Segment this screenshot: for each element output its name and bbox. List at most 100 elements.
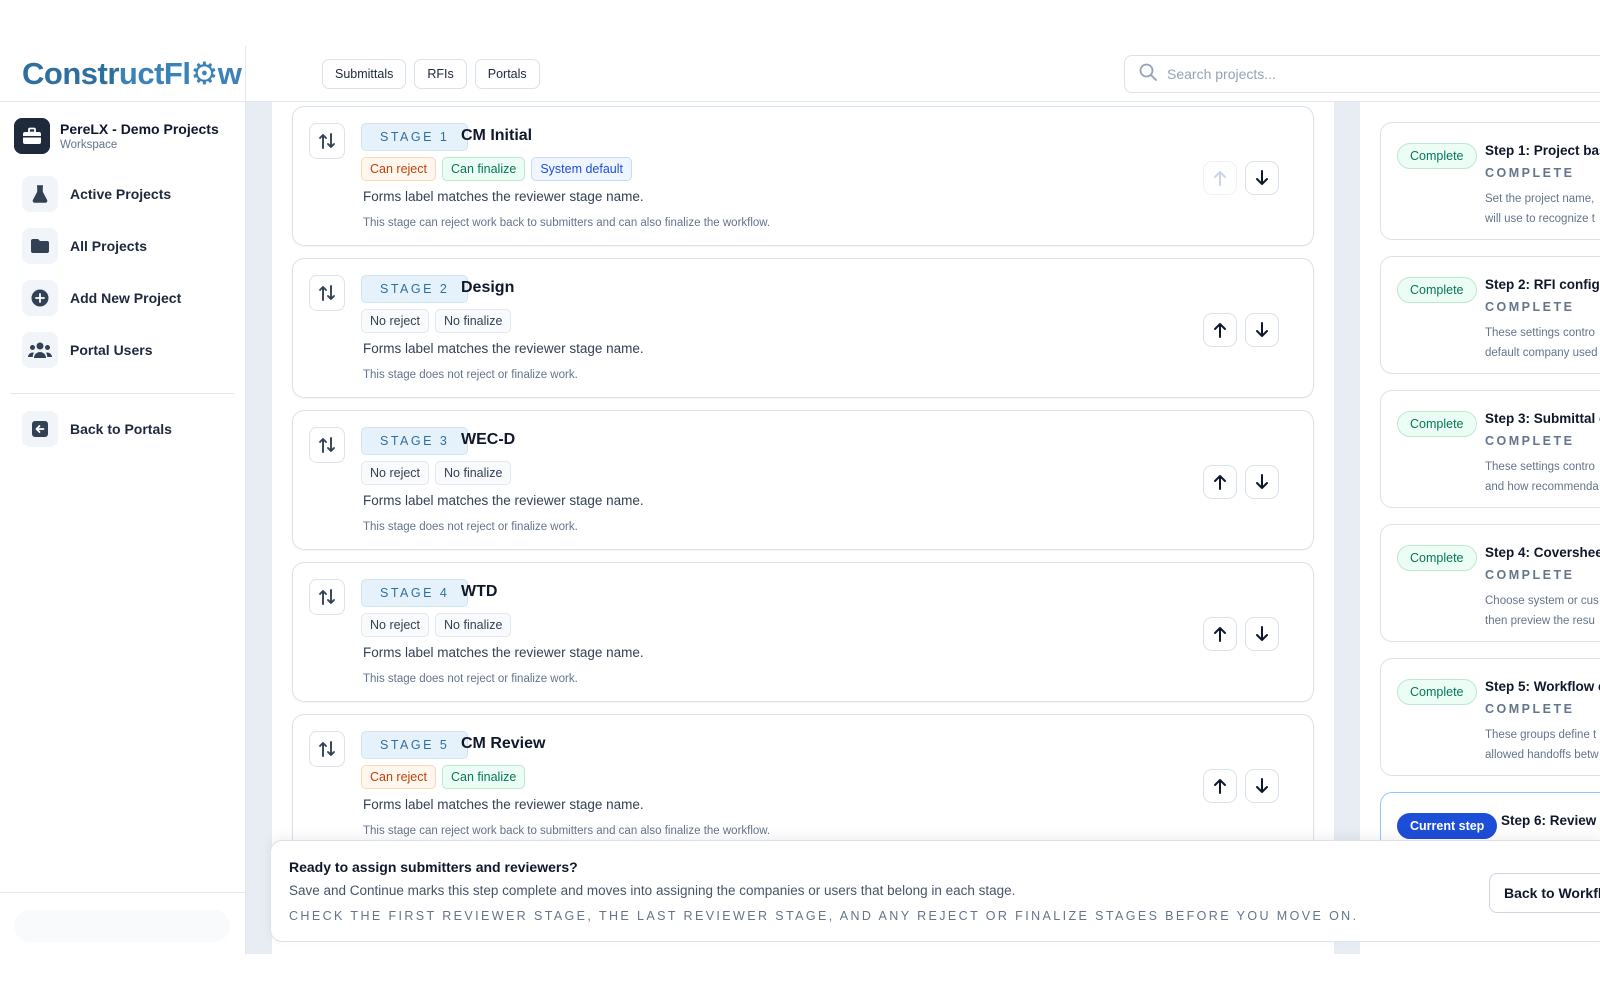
sidebar-footer-pill[interactable] — [14, 910, 230, 942]
stage-description: Forms label matches the reviewer stage n… — [363, 189, 644, 204]
sidebar-item-label: All Projects — [70, 238, 148, 254]
step-description: These settings contro and how recommenda — [1485, 461, 1599, 493]
stage-name: CM Initial — [461, 127, 533, 144]
sidebar-item-label: Add New Project — [70, 290, 182, 306]
no-finalize-tag: No finalize — [435, 461, 512, 485]
reorder-handle-icon[interactable] — [309, 123, 345, 159]
stage-note: This stage does not reject or finalize w… — [363, 673, 578, 685]
stage-number-badge: STAGE 3 — [361, 427, 469, 455]
stage-description: Forms label matches the reviewer stage n… — [363, 493, 644, 508]
no-reject-tag: No reject — [361, 461, 430, 485]
top-band — [0, 0, 1600, 46]
sidebar-item-active-projects[interactable]: Active Projects — [22, 176, 232, 212]
stage-number-badge: STAGE 5 — [361, 731, 469, 759]
sidebar-item-add-new-project[interactable]: Add New Project — [22, 280, 232, 316]
step-card[interactable]: Complete Step 4: Coversheet COMPLETE Cho… — [1380, 524, 1600, 642]
stage-list[interactable]: STAGE 1 CM Initial Can reject Can finali… — [272, 102, 1334, 954]
footer-text: Save and Continue marks this step comple… — [289, 883, 1016, 898]
setup-steps-panel[interactable]: Complete Step 1: Project bas COMPLETE Se… — [1360, 102, 1600, 954]
step-title: Step 6: Review o — [1501, 813, 1600, 828]
back-to-portals-label: Back to Portals — [70, 421, 172, 437]
step-title: Step 1: Project bas — [1485, 143, 1600, 158]
reorder-handle-icon[interactable] — [309, 427, 345, 463]
stage-note: This stage does not reject or finalize w… — [363, 521, 578, 533]
move-down-button[interactable] — [1245, 465, 1279, 499]
move-down-button[interactable] — [1245, 617, 1279, 651]
can-finalize-tag: Can finalize — [441, 765, 526, 789]
sidebar-item-all-projects[interactable]: All Projects — [22, 228, 232, 264]
stage-number-badge: STAGE 1 — [361, 123, 469, 151]
step-card[interactable]: Complete Step 3: Submittal c COMPLETE Th… — [1380, 390, 1600, 508]
step-title: Step 2: RFI configu — [1485, 277, 1600, 292]
sidebar-nav: Active Projects All Projects Add New Pro… — [22, 176, 232, 384]
move-up-button[interactable] — [1203, 161, 1237, 195]
move-down-button[interactable] — [1245, 161, 1279, 195]
stage-note: This stage can reject work back to submi… — [363, 825, 771, 837]
step-title: Step 3: Submittal c — [1485, 411, 1600, 426]
move-down-button[interactable] — [1245, 313, 1279, 347]
stage-card: STAGE 5 CM Review Can reject Can finaliz… — [292, 714, 1314, 854]
folder-icon — [22, 228, 58, 264]
step-card[interactable]: Complete Step 5: Workflow c COMPLETE The… — [1380, 658, 1600, 776]
stage-tags: No reject No finalize — [361, 461, 512, 485]
stage-tags: Can reject Can finalize — [361, 765, 526, 789]
move-up-button[interactable] — [1203, 465, 1237, 499]
search-input[interactable] — [1167, 66, 1587, 82]
reorder-handle-icon[interactable] — [309, 579, 345, 615]
move-up-button[interactable] — [1203, 769, 1237, 803]
arrow-up-icon — [1214, 627, 1226, 642]
tab-submittals[interactable]: Submittals — [322, 59, 407, 89]
stage-number-badge: STAGE 4 — [361, 579, 469, 607]
app-logo[interactable]: ConstructFl⚙w — [22, 56, 242, 92]
stage-card: STAGE 4 WTD No reject No finalize Forms … — [292, 562, 1314, 702]
step-description: Choose system or cus then preview the res… — [1485, 595, 1599, 627]
back-to-portals-button[interactable]: Back to Portals — [22, 411, 172, 447]
search-icon — [1139, 63, 1157, 86]
move-down-button[interactable] — [1245, 769, 1279, 803]
plus-circle-icon — [22, 280, 58, 316]
sidebar-item-portal-users[interactable]: Portal Users — [22, 332, 232, 368]
step-status-badge: Complete — [1397, 143, 1477, 169]
step-status-badge: Complete — [1397, 277, 1477, 303]
arrow-left-square-icon — [22, 411, 58, 447]
workspace-name: PereLX - Demo Projects — [60, 121, 219, 137]
stage-tags: No reject No finalize — [361, 613, 512, 637]
tab-rfis[interactable]: RFIs — [414, 59, 467, 89]
step-description: These settings contro default company use… — [1485, 327, 1598, 359]
step-title: Step 5: Workflow c — [1485, 679, 1600, 694]
arrow-up-icon — [1214, 323, 1226, 338]
move-up-button[interactable] — [1203, 617, 1237, 651]
step-card[interactable]: Complete Step 2: RFI configu COMPLETE Th… — [1380, 256, 1600, 374]
workspace-switcher[interactable]: PereLX - Demo Projects Workspace — [14, 118, 219, 154]
footer-checklist-note: CHECK THE FIRST REVIEWER STAGE, THE LAST… — [289, 909, 1359, 923]
continue-footer: Ready to assign submitters and reviewers… — [270, 840, 1600, 942]
users-icon — [22, 332, 58, 368]
step-status-badge: Complete — [1397, 411, 1477, 437]
flask-icon — [22, 176, 58, 212]
no-finalize-tag: No finalize — [435, 309, 512, 333]
tab-portals[interactable]: Portals — [474, 59, 540, 89]
sidebar-bottom-divider — [0, 892, 246, 893]
sidebar: ConstructFl⚙w PereLX - Demo Projects Wor… — [0, 46, 246, 954]
no-reject-tag: No reject — [361, 613, 430, 637]
arrow-up-icon — [1214, 171, 1226, 186]
step-title: Step 4: Coversheet — [1485, 545, 1600, 560]
stage-description: Forms label matches the reviewer stage n… — [363, 341, 644, 356]
reorder-handle-icon[interactable] — [309, 275, 345, 311]
footer-title: Ready to assign submitters and reviewers… — [289, 859, 578, 875]
step-card[interactable]: Complete Step 1: Project bas COMPLETE Se… — [1380, 122, 1600, 240]
step-status: COMPLETE — [1485, 434, 1575, 448]
stage-tags: Can reject Can finalize System default — [361, 157, 632, 181]
reorder-handle-icon[interactable] — [309, 731, 345, 767]
arrow-down-icon — [1256, 778, 1268, 793]
step-description: These groups define t allowed handoffs be… — [1485, 729, 1599, 761]
stage-card: STAGE 2 Design No reject No finalize For… — [292, 258, 1314, 398]
bottom-band — [0, 954, 1600, 1000]
can-reject-tag: Can reject — [361, 157, 436, 181]
move-up-button[interactable] — [1203, 313, 1237, 347]
current-step-badge: Current step — [1397, 813, 1498, 839]
back-to-workflow-button[interactable]: Back to Workflo — [1489, 873, 1600, 913]
step-status: COMPLETE — [1485, 300, 1575, 314]
stage-card: STAGE 3 WEC-D No reject No finalize Form… — [292, 410, 1314, 550]
stage-name: WEC-D — [461, 431, 516, 448]
